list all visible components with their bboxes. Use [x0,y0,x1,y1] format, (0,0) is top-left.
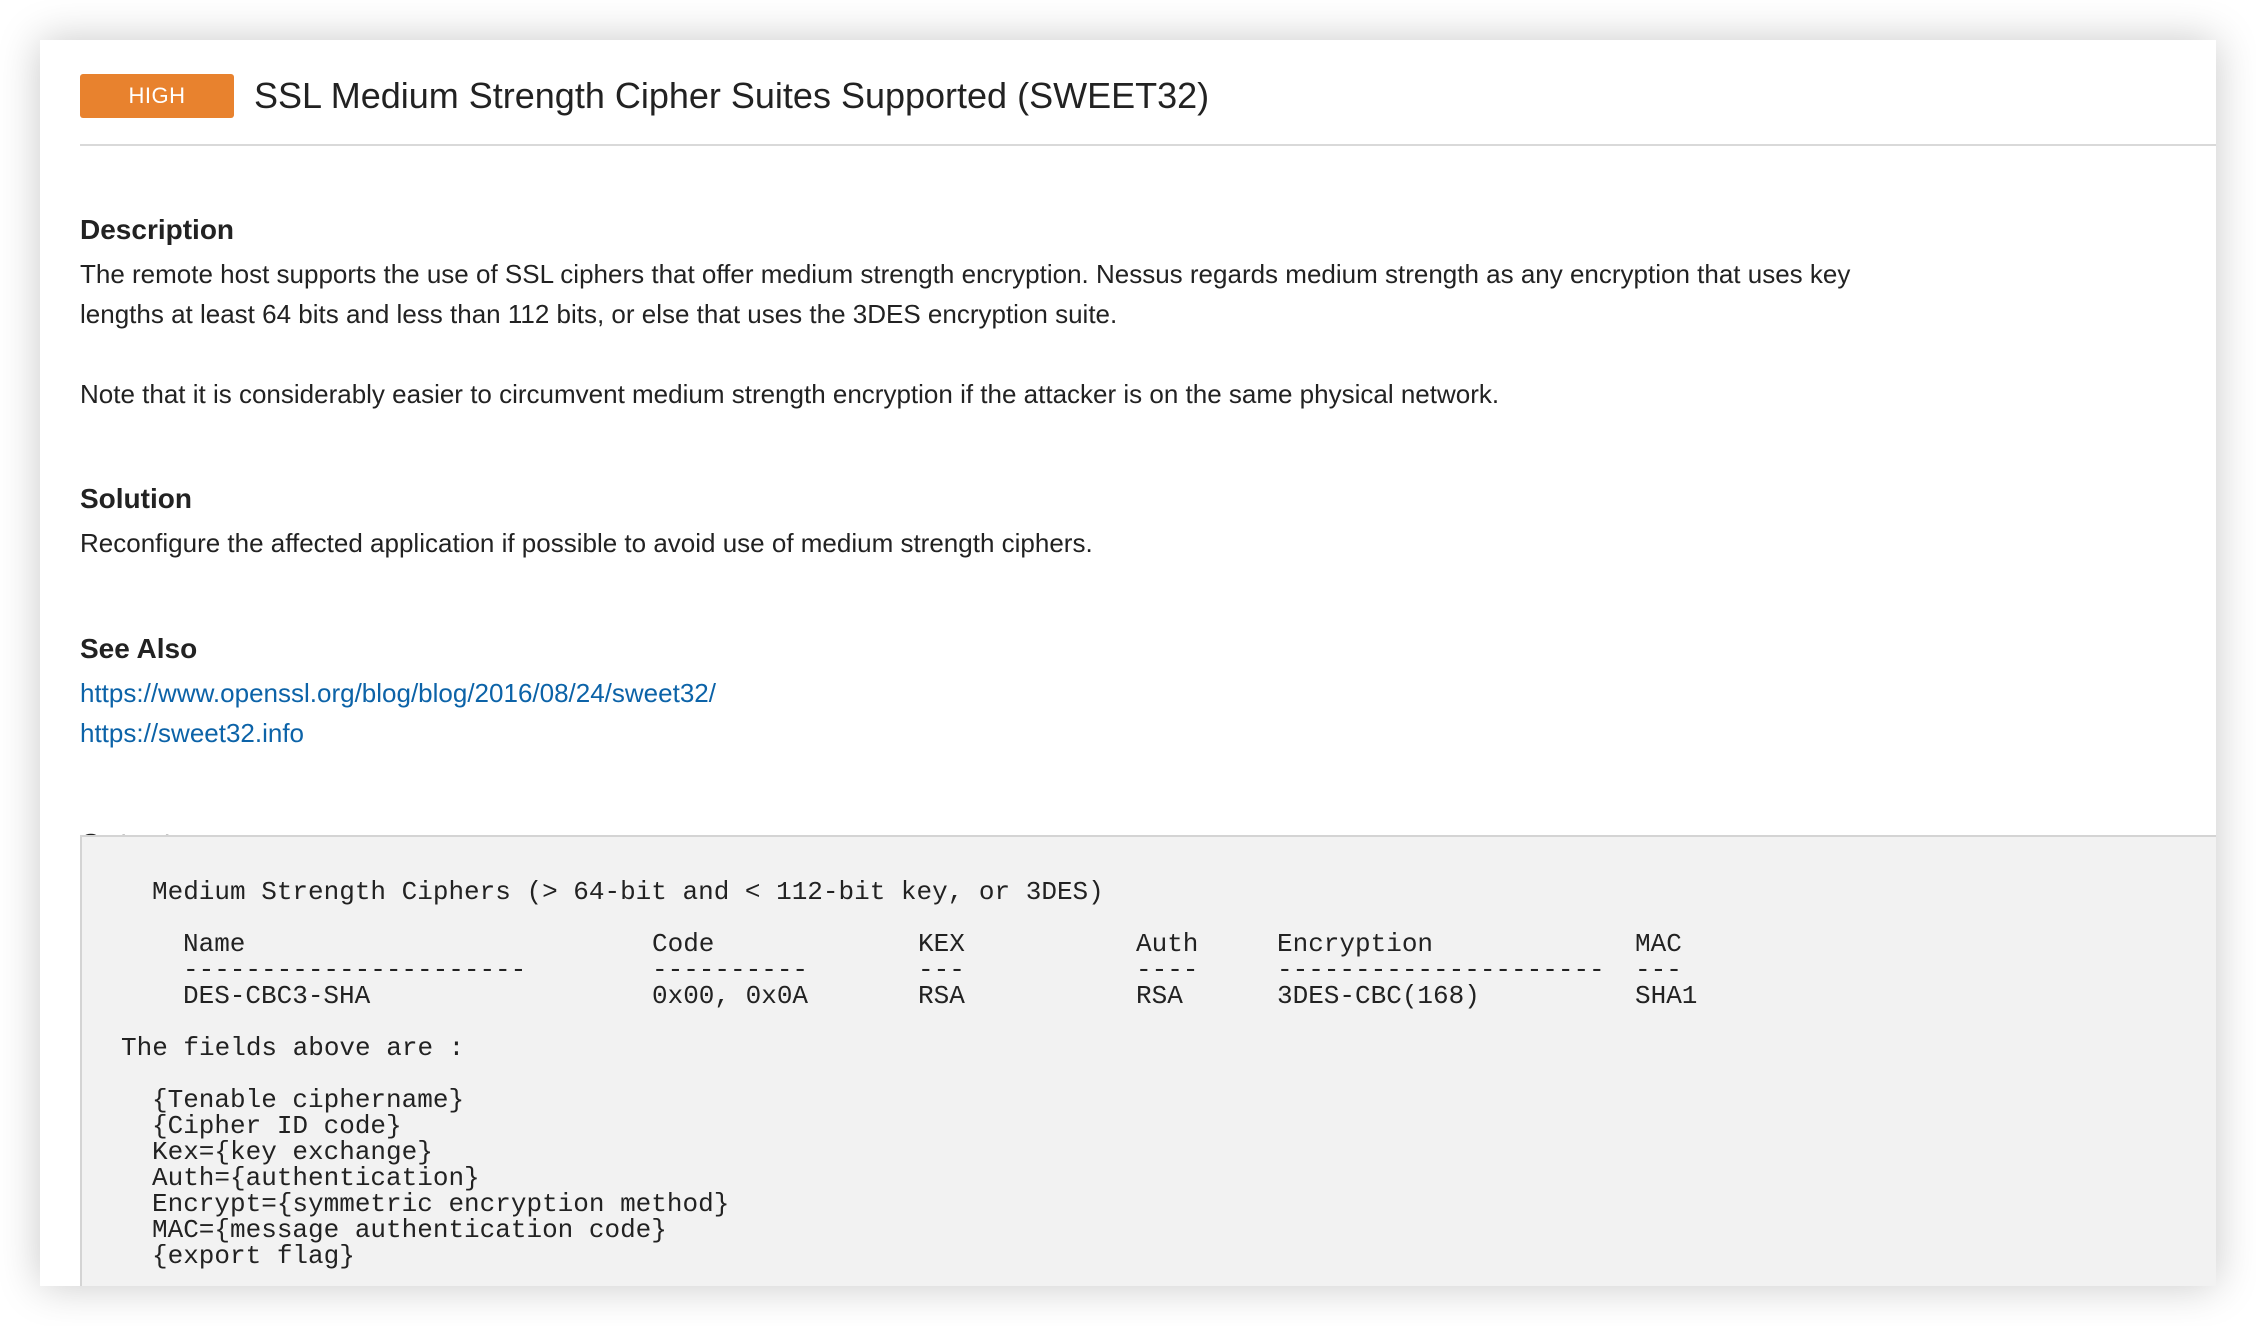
output-row-kex: RSA [918,981,965,1011]
output-field-7: {export flag} [152,1241,355,1271]
description-line-3: Note that it is considerably easier to c… [80,379,1500,409]
severity-badge: HIGH [80,74,234,118]
see-also-link-sweet32[interactable]: https://sweet32.info [80,713,304,753]
output-row-code: 0x00, 0x0A [652,981,809,1011]
description-heading: Description [80,214,235,245]
output-row-mac: SHA1 [1635,981,1698,1011]
output-row-auth: RSA [1136,981,1183,1011]
output-fields-intro: The fields above are : [121,1033,465,1063]
output-row-encryption: 3DES-CBC(168) [1277,981,1480,1011]
description-line-2: lengths at least 64 bits and less than 1… [80,299,1118,329]
plugin-title: SSL Medium Strength Cipher Suites Suppor… [254,75,1210,116]
output-panel: Medium Strength Ciphers (> 64-bit and < … [80,835,2216,1286]
description-line-1: The remote host supports the use of SSL … [80,259,1851,289]
plugin-header: HIGH SSL Medium Strength Cipher Suites S… [80,40,2216,146]
output-row-name: DES-CBC3-SHA [183,981,371,1011]
solution-heading: Solution [80,483,192,514]
see-also-link-openssl[interactable]: https://www.openssl.org/blog/blog/2016/0… [80,673,716,713]
output-summary: Medium Strength Ciphers (> 64-bit and < … [152,877,1104,907]
see-also-heading: See Also [80,633,198,664]
plugin-detail-card: HIGH SSL Medium Strength Cipher Suites S… [40,40,2216,1286]
solution-text: Reconfigure the affected application if … [80,528,1093,558]
